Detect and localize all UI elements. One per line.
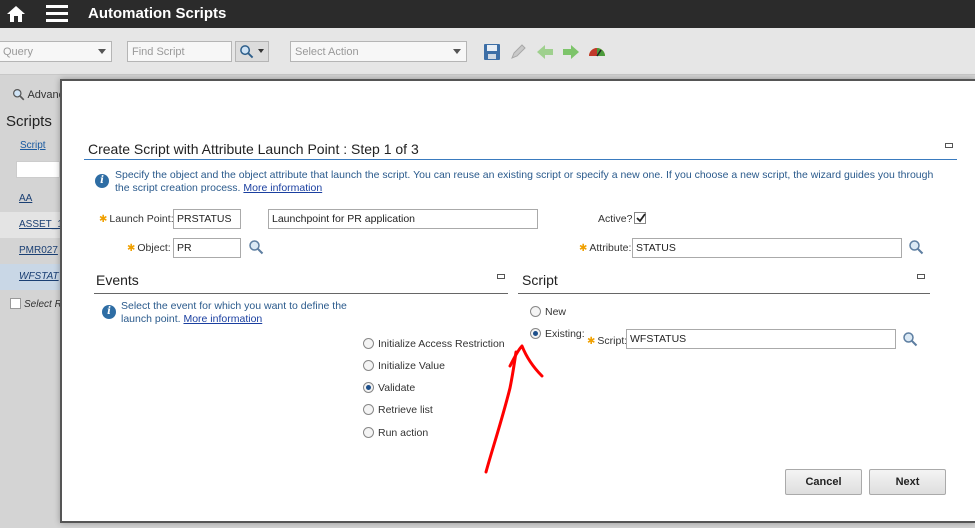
next-button[interactable]: Next [869,469,946,495]
chevron-down-icon [98,49,106,54]
scripts-section-title: Scripts [6,113,52,130]
script-label-text: Script: [597,335,628,347]
minimize-icon[interactable] [917,274,925,279]
search-icon[interactable] [248,239,264,255]
required-icon: ✱ [99,214,108,225]
minimize-icon[interactable] [497,274,505,279]
description-input[interactable]: Launchpoint for PR application [268,209,538,229]
find-script-input[interactable]: Find Script [127,41,232,62]
select-action-dropdown[interactable]: Select Action [290,41,467,62]
advanced-label: Advanc [27,89,65,101]
attribute-label-text: Attribute: [589,242,632,254]
app-header: Automation Scripts [0,0,975,28]
search-icon [13,89,25,101]
table-row[interactable]: WFSTAT [0,264,62,290]
app-title: Automation Scripts [88,5,227,22]
select-label: Select R [24,299,62,310]
search-icon[interactable] [902,331,918,347]
required-icon: ✱ [579,243,588,254]
script-input[interactable]: WFSTATUS [626,329,896,349]
active-label: Active? [598,213,633,225]
radio-run-action[interactable] [363,427,374,438]
required-icon: ✱ [127,243,136,254]
checkmark-icon [636,213,646,223]
event-label: Retrieve list [378,404,433,416]
script-link[interactable]: PMR027 [19,245,58,256]
more-information-link[interactable]: More information [243,182,322,194]
edit-icon[interactable] [508,42,528,62]
script-link[interactable]: ASSET_1 [19,219,63,230]
advanced-search-link[interactable]: Advanc [12,88,64,101]
info-text: Specify the object and the object attrib… [115,169,934,194]
launch-point-label-text: Launch Point: [109,213,174,225]
script-link[interactable]: WFSTAT [19,271,59,282]
active-checkbox[interactable] [634,212,646,224]
radio-existing-script[interactable] [530,328,541,339]
radio-retrieve-list[interactable] [363,404,374,415]
events-section-title: Events [96,272,139,288]
info-icon: i [95,174,109,188]
script-link[interactable]: AA [19,193,32,204]
events-info-text: Select the event for which you want to d… [121,300,356,326]
event-label: Validate [378,382,416,394]
attribute-input[interactable]: STATUS [632,238,902,258]
search-icon [240,45,254,59]
object-label: ✱ Object: [127,242,171,254]
radio-initialize-value[interactable] [363,360,374,371]
checkbox-box [10,298,21,309]
launch-point-label: ✱ Launch Point: [99,213,174,225]
dialog-info-text: Specify the object and the object attrib… [115,169,945,195]
divider [518,293,930,294]
table-row[interactable]: PMR027 [0,238,62,264]
menu-icon[interactable] [46,5,68,23]
existing-script-label: Existing: [545,328,585,340]
query-placeholder: Query [3,46,33,58]
info-icon: i [102,305,116,319]
script-column-header[interactable]: Script [20,140,46,151]
action-placeholder: Select Action [295,46,359,58]
minimize-icon[interactable] [945,143,953,148]
chevron-down-icon [258,49,264,53]
dialog-title: Create Script with Attribute Launch Poin… [88,141,419,157]
cancel-button[interactable]: Cancel [785,469,862,495]
object-label-text: Object: [137,242,171,254]
new-script-label: New [545,306,567,318]
event-label: Initialize Value [378,360,445,372]
attribute-label: ✱ Attribute: [579,242,631,254]
object-input[interactable]: PR [173,238,241,258]
script-filter-input[interactable] [16,161,60,178]
table-row[interactable]: AA [0,186,62,212]
search-button[interactable] [235,41,269,62]
launch-point-input[interactable]: PRSTATUS [173,209,241,229]
script-label: ✱ Script: [587,335,627,347]
table-row[interactable]: ASSET_1 [0,212,63,238]
radio-new-script[interactable] [530,306,541,317]
search-icon[interactable] [908,239,924,255]
more-information-link[interactable]: More information [183,313,262,325]
toolbar: Query Find Script Select Action [0,28,975,75]
select-records-checkbox[interactable]: Select R [10,298,62,310]
divider [84,159,957,160]
query-select[interactable]: Query [0,41,112,62]
gauge-icon[interactable] [587,42,607,62]
chevron-down-icon [453,49,461,54]
previous-arrow-icon[interactable] [535,42,555,62]
annotation-arrow-icon [484,344,544,474]
home-icon[interactable] [6,4,26,24]
divider [94,293,508,294]
script-section-title: Script [522,272,558,288]
find-placeholder: Find Script [132,46,185,58]
next-arrow-icon[interactable] [561,42,581,62]
radio-validate[interactable] [363,382,374,393]
save-icon[interactable] [482,42,502,62]
event-label: Run action [378,427,429,439]
radio-initialize-access-restriction[interactable] [363,338,374,349]
required-icon: ✱ [587,336,596,347]
